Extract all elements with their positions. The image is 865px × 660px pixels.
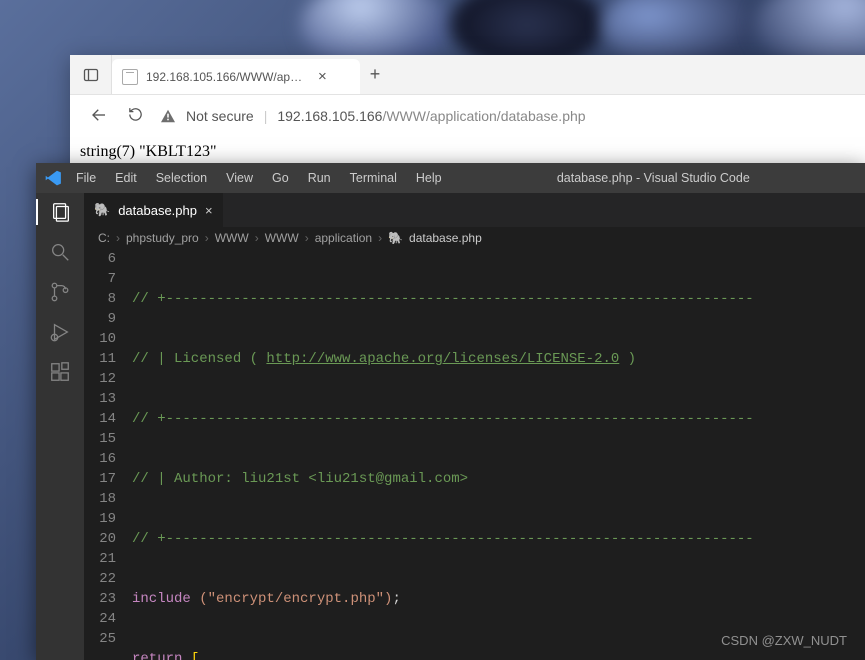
extensions-icon[interactable] xyxy=(47,359,73,385)
browser-window: 192.168.105.166/WWW/applicati × + Not se… xyxy=(70,55,865,175)
vscode-logo-icon xyxy=(44,169,62,187)
window-title: database.php - Visual Studio Code xyxy=(450,171,857,185)
close-editor-icon[interactable]: × xyxy=(205,203,213,218)
tab-strip: 192.168.105.166/WWW/applicati × + xyxy=(70,55,865,95)
menu-view[interactable]: View xyxy=(218,168,261,188)
menu-go[interactable]: Go xyxy=(264,168,297,188)
close-tab-icon[interactable]: × xyxy=(314,68,331,85)
code-editor[interactable]: 678910111213141516171819202122232425 // … xyxy=(84,249,865,660)
activity-bar xyxy=(36,193,84,660)
vscode-window: File Edit Selection View Go Run Terminal… xyxy=(36,163,865,660)
page-icon xyxy=(122,69,138,85)
run-debug-icon[interactable] xyxy=(47,319,73,345)
url-text: 192.168.105.166/WWW/application/database… xyxy=(277,108,585,124)
toolbar: Not secure | 192.168.105.166/WWW/applica… xyxy=(70,95,865,137)
tab-actions-button[interactable] xyxy=(70,55,112,94)
page-output-text: string(7) "KBLT123" xyxy=(80,143,216,160)
code-lines: // +------------------------------------… xyxy=(132,249,865,660)
menu-help[interactable]: Help xyxy=(408,168,450,188)
search-icon[interactable] xyxy=(47,239,73,265)
menu-bar: File Edit Selection View Go Run Terminal… xyxy=(68,168,450,188)
tab-title: 192.168.105.166/WWW/applicati xyxy=(146,70,306,84)
back-button[interactable] xyxy=(88,106,110,127)
menu-edit[interactable]: Edit xyxy=(107,168,145,188)
menu-file[interactable]: File xyxy=(68,168,104,188)
new-tab-button[interactable]: + xyxy=(360,55,390,94)
editor-tab-label: database.php xyxy=(118,203,197,218)
title-bar: File Edit Selection View Go Run Terminal… xyxy=(36,163,865,193)
refresh-button[interactable] xyxy=(124,106,146,126)
editor-tab-active[interactable]: 🐘 database.php × xyxy=(84,193,223,227)
explorer-icon[interactable] xyxy=(36,199,84,225)
browser-tab-active[interactable]: 192.168.105.166/WWW/applicati × xyxy=(112,59,360,94)
not-secure-icon xyxy=(160,109,176,123)
watermark: CSDN @ZXW_NUDT xyxy=(721,633,847,648)
address-bar[interactable]: Not secure | 192.168.105.166/WWW/applica… xyxy=(160,108,847,124)
source-control-icon[interactable] xyxy=(47,279,73,305)
line-gutter: 678910111213141516171819202122232425 xyxy=(84,249,132,660)
not-secure-label: Not secure xyxy=(186,108,254,124)
breadcrumb[interactable]: C:› phpstudy_pro› WWW› WWW› application›… xyxy=(84,227,865,249)
menu-selection[interactable]: Selection xyxy=(148,168,215,188)
editor-tabs: 🐘 database.php × xyxy=(84,193,865,227)
php-file-icon: 🐘 xyxy=(94,202,110,218)
menu-run[interactable]: Run xyxy=(300,168,339,188)
menu-terminal[interactable]: Terminal xyxy=(342,168,405,188)
